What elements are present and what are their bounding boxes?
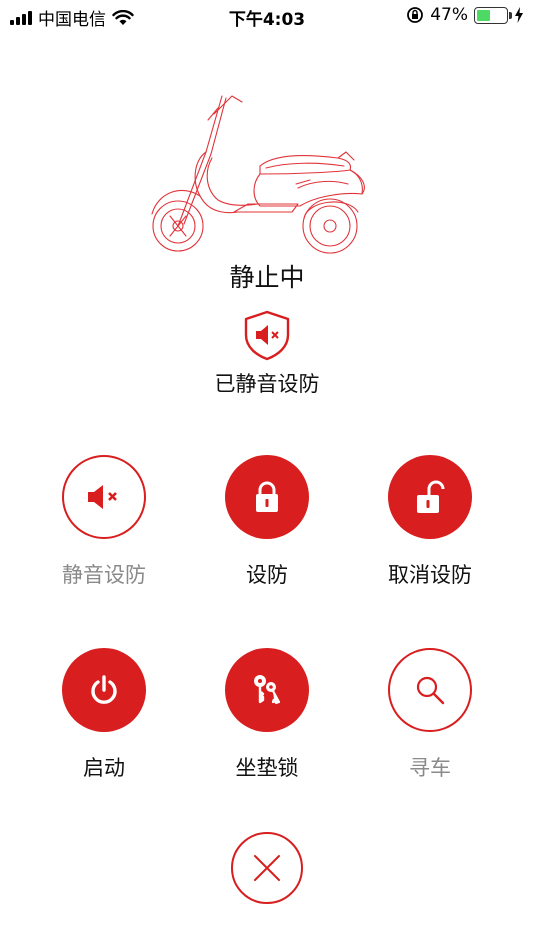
- find-vehicle-label: 寻车: [409, 756, 451, 780]
- keys-icon: [254, 675, 281, 705]
- shield-muted-icon: [244, 310, 290, 361]
- close-icon: [254, 855, 280, 881]
- mute-arm-label: 静音设防: [62, 563, 146, 587]
- battery-fill: [477, 9, 491, 21]
- rotation-lock-icon: [407, 7, 424, 23]
- arm-status-label: 已静音设防: [214, 372, 320, 396]
- battery-percent: 47%: [430, 5, 468, 25]
- close-button[interactable]: [231, 832, 303, 904]
- start-label: 启动: [83, 756, 125, 780]
- disarm-label: 取消设防: [388, 563, 472, 587]
- lock-closed-icon: [256, 481, 278, 512]
- speaker-mute-icon: [88, 485, 117, 509]
- search-icon: [416, 676, 445, 705]
- find-vehicle-action[interactable]: 寻车: [360, 648, 500, 782]
- mute-arm-action[interactable]: 静音设防: [34, 455, 174, 589]
- disarm-action[interactable]: 取消设防: [360, 455, 500, 589]
- lock-open-icon: [417, 480, 445, 513]
- vehicle-state-label: 静止中: [229, 263, 305, 292]
- seat-lock-button[interactable]: [225, 648, 309, 732]
- arm-action[interactable]: 设防: [197, 455, 337, 589]
- arm-label: 设防: [246, 563, 288, 587]
- battery-icon: [474, 6, 512, 24]
- scooter-illustration: [151, 95, 365, 254]
- seat-lock-label: 坐垫锁: [235, 756, 299, 780]
- arm-button[interactable]: [225, 455, 309, 539]
- find-vehicle-button[interactable]: [388, 648, 472, 732]
- disarm-button[interactable]: [388, 455, 472, 539]
- status-bar-right: 47%: [406, 5, 524, 25]
- charging-bolt-icon: [515, 7, 523, 23]
- power-icon: [91, 675, 117, 704]
- start-action[interactable]: 启动: [34, 648, 174, 782]
- status-bar: 中国电信 下午4:03 47%: [0, 0, 534, 30]
- start-button[interactable]: [62, 648, 146, 732]
- mute-arm-button[interactable]: [62, 455, 146, 539]
- seat-lock-action[interactable]: 坐垫锁: [197, 648, 337, 782]
